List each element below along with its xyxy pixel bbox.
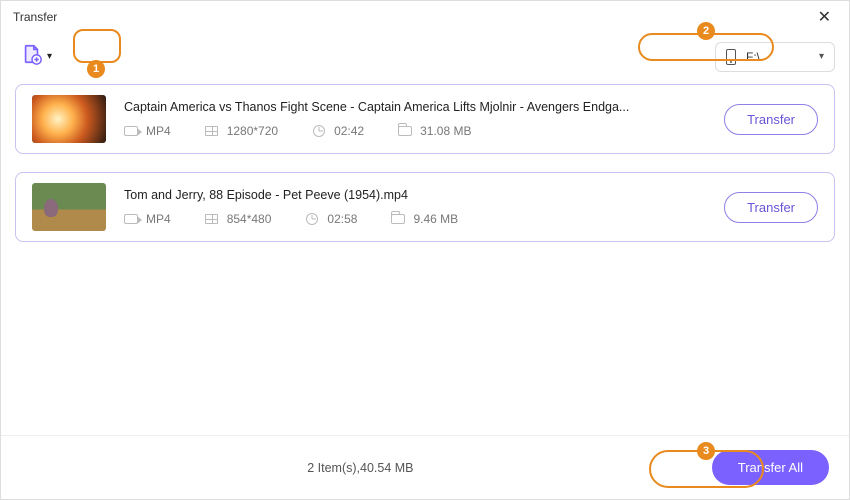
footer-summary: 2 Item(s),40.54 MB	[21, 461, 700, 475]
folder-icon	[391, 212, 405, 226]
resolution-icon	[205, 212, 219, 226]
device-icon	[726, 49, 736, 65]
add-file-icon	[21, 43, 43, 70]
resolution-icon	[205, 124, 219, 138]
format-chip: MP4	[124, 212, 171, 226]
add-file-button[interactable]: ▾	[15, 39, 58, 74]
chevron-down-icon: ▾	[47, 51, 52, 62]
file-list: Captain America vs Thanos Fight Scene - …	[1, 84, 849, 435]
titlebar: Transfer ✕	[1, 1, 849, 33]
chevron-down-icon: ▾	[819, 51, 824, 62]
file-title: Tom and Jerry, 88 Episode - Pet Peeve (1…	[124, 188, 706, 202]
file-item: Tom and Jerry, 88 Episode - Pet Peeve (1…	[15, 172, 835, 242]
duration-chip: 02:42	[312, 124, 364, 138]
clock-icon	[305, 212, 319, 226]
footer: 2 Item(s),40.54 MB Transfer All	[1, 435, 849, 499]
transfer-button[interactable]: Transfer	[724, 192, 818, 223]
video-icon	[124, 212, 138, 226]
clock-icon	[312, 124, 326, 138]
duration-chip: 02:58	[305, 212, 357, 226]
close-icon[interactable]: ✕	[812, 5, 837, 29]
size-chip: 9.46 MB	[391, 212, 458, 226]
resolution-chip: 1280*720	[205, 124, 278, 138]
file-meta: Tom and Jerry, 88 Episode - Pet Peeve (1…	[124, 188, 706, 226]
transfer-all-button[interactable]: Transfer All	[712, 450, 829, 485]
size-chip: 31.08 MB	[398, 124, 471, 138]
transfer-window: Transfer ✕ ▾ F:\ ▾	[0, 0, 850, 500]
window-title: Transfer	[13, 10, 57, 24]
video-icon	[124, 124, 138, 138]
file-title: Captain America vs Thanos Fight Scene - …	[124, 100, 706, 114]
resolution-chip: 854*480	[205, 212, 272, 226]
file-chips: MP4 854*480 02:58 9.46 MB	[124, 212, 706, 226]
folder-icon	[398, 124, 412, 138]
transfer-button[interactable]: Transfer	[724, 104, 818, 135]
thumbnail	[32, 183, 106, 231]
destination-select[interactable]: F:\ ▾	[715, 42, 835, 72]
format-chip: MP4	[124, 124, 171, 138]
file-item: Captain America vs Thanos Fight Scene - …	[15, 84, 835, 154]
thumbnail	[32, 95, 106, 143]
file-meta: Captain America vs Thanos Fight Scene - …	[124, 100, 706, 138]
destination-label: F:\	[746, 50, 760, 64]
file-chips: MP4 1280*720 02:42 31.08 MB	[124, 124, 706, 138]
toolbar: ▾ F:\ ▾	[1, 33, 849, 84]
